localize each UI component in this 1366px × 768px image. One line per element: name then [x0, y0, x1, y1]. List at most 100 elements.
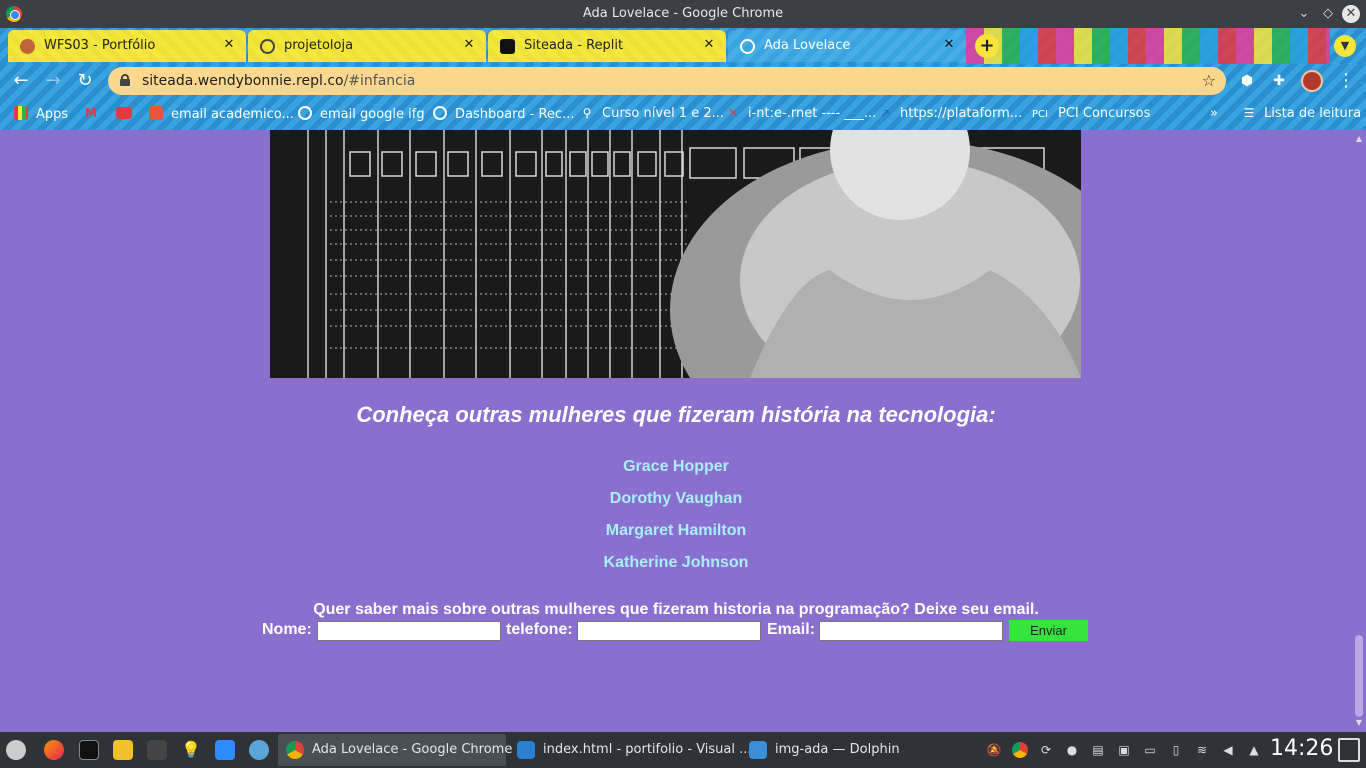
maximize-icon[interactable]: ◇ — [1318, 4, 1338, 24]
page-heading: Conheça outras mulheres que fizeram hist… — [356, 402, 996, 427]
bookmark-email-google-ifg[interactable]: email google ifg — [298, 106, 425, 122]
extension-icon[interactable]: ⬢ — [1238, 72, 1256, 90]
back-icon[interactable]: ← — [10, 70, 32, 92]
newsletter-prompt: Quer saber mais sobre outras mulheres qu… — [313, 601, 1039, 618]
bookmark-curso[interactable]: ⚲ Curso nível 1 e 2... — [580, 106, 724, 121]
puzzle-icon[interactable]: ✚ — [1270, 72, 1288, 90]
bookmark-label: email google ifg — [320, 107, 425, 122]
avatar-icon — [20, 39, 35, 54]
close-window-icon[interactable]: ✕ — [1342, 5, 1360, 23]
remote-desktop-icon[interactable] — [249, 740, 269, 760]
bookmark-apps[interactable]: Apps — [14, 106, 68, 122]
bitwarden-icon[interactable] — [113, 740, 133, 760]
bookmark-plataforma[interactable]: ↗ https://plataform... — [878, 106, 1022, 121]
tab-ada-lovelace[interactable]: Ada Lovelace ✕ — [728, 30, 966, 62]
bookmark-internet[interactable]: ✕ i-nt:e-.rnet ---- ___... — [726, 106, 876, 121]
usb-icon[interactable]: ▯ — [1168, 742, 1184, 758]
vscode-icon — [517, 741, 535, 759]
link-dorothy-vaughan[interactable]: Dorothy Vaughan — [0, 488, 1352, 520]
globe-icon — [260, 39, 275, 54]
task-label: Ada Lovelace - Google Chrome — [312, 742, 513, 757]
window-title: Ada Lovelace - Google Chrome — [582, 6, 784, 21]
tab-wfs03[interactable]: WFS03 - Portfólio ✕ — [8, 30, 246, 62]
app-launcher-icon[interactable] — [6, 740, 26, 760]
task-label: img-ada — Dolphin — [775, 742, 900, 757]
address-bar[interactable]: siteada.wendybonnie.repl.co/#infancia ☆ — [108, 67, 1226, 95]
submit-button[interactable]: Enviar — [1009, 620, 1088, 641]
bookmarks-bar: Apps M email academico... email google i… — [0, 98, 1366, 130]
folder-icon — [749, 741, 767, 759]
link-icon: ↗ — [879, 106, 891, 120]
bookmark-youtube[interactable] — [116, 106, 140, 121]
replit-icon — [500, 39, 515, 54]
wifi-icon[interactable]: ≋ — [1194, 742, 1210, 758]
phone-label: telefone: — [506, 621, 573, 638]
name-field[interactable] — [317, 621, 501, 641]
chrome-tray-icon[interactable] — [1012, 742, 1028, 758]
zoom-icon[interactable] — [215, 740, 235, 760]
clipboard-icon[interactable]: ▤ — [1090, 742, 1106, 758]
volume-icon[interactable]: ◀ — [1220, 742, 1236, 758]
show-desktop-button[interactable] — [1338, 738, 1360, 762]
terminal-icon[interactable] — [79, 740, 99, 760]
update-icon[interactable]: ⟳ — [1038, 742, 1054, 758]
tab-siteada-replit[interactable]: Siteada - Replit ✕ — [488, 30, 726, 62]
task-chrome[interactable]: Ada Lovelace - Google Chrome — [278, 734, 512, 766]
tab-label: Siteada - Replit — [524, 38, 624, 53]
scroll-down-icon[interactable]: ▼ — [1354, 718, 1364, 728]
clock[interactable]: 14:26 — [1270, 736, 1333, 761]
task-dolphin[interactable]: img-ada — Dolphin — [741, 734, 969, 766]
bookmark-star-icon[interactable]: ☆ — [1202, 71, 1216, 90]
phone-field[interactable] — [577, 621, 761, 641]
tab-projetoloja[interactable]: projetoloja ✕ — [248, 30, 486, 62]
email-label: Email: — [767, 621, 816, 638]
bookmark-dashboard[interactable]: Dashboard - Rec... — [433, 106, 574, 122]
globe-icon — [433, 106, 447, 120]
email-field[interactable] — [819, 621, 1003, 641]
link-grace-hopper[interactable]: Grace Hopper — [0, 456, 1352, 488]
mail-alert-icon[interactable]: ● — [1064, 742, 1080, 758]
url-text[interactable]: siteada.wendybonnie.repl.co/#infancia — [142, 73, 415, 89]
scrollbar-thumb[interactable] — [1355, 635, 1363, 717]
name-label: Nome: — [262, 621, 312, 638]
menu-icon[interactable]: ⋮ — [1336, 70, 1356, 92]
reading-list-button[interactable]: ☰ Lista de leitura — [1242, 106, 1361, 121]
firefox-icon[interactable] — [44, 740, 64, 760]
close-tab-icon[interactable]: ✕ — [940, 36, 958, 54]
reading-list-label: Lista de leitura — [1264, 106, 1362, 121]
screenshot-icon[interactable]: ▣ — [1116, 742, 1132, 758]
profile-avatar[interactable] — [1301, 70, 1323, 92]
bookmark-pci[interactable]: PCI PCI Concursos — [1030, 106, 1150, 121]
close-tab-icon[interactable]: ✕ — [700, 36, 718, 54]
scroll-up-icon[interactable]: ▲ — [1354, 134, 1364, 144]
close-tab-icon[interactable]: ✕ — [220, 36, 238, 54]
bookmarks-overflow-button[interactable]: » — [1210, 106, 1218, 121]
office-icon — [149, 106, 163, 120]
minimize-icon[interactable]: ⌄ — [1294, 4, 1314, 24]
bookmark-email-academico[interactable]: email academico... — [149, 106, 294, 122]
tab-search-icon[interactable]: ▼ — [1334, 35, 1356, 57]
page-scrollbar[interactable]: ▲ ▼ — [1352, 130, 1366, 732]
link-katherine-johnson[interactable]: Katherine Johnson — [0, 552, 1352, 584]
close-tab-icon[interactable]: ✕ — [460, 36, 478, 54]
women-link-list: Grace Hopper Dorothy Vaughan Margaret Ha… — [0, 456, 1352, 584]
idea-icon[interactable]: 💡 — [181, 740, 201, 760]
window-titlebar: Ada Lovelace - Google Chrome ⌄ ◇ ✕ — [0, 0, 1366, 28]
notifications-off-icon[interactable]: 🔕 — [986, 742, 1002, 758]
link-margaret-hamilton[interactable]: Margaret Hamilton — [0, 520, 1352, 552]
tab-label: Ada Lovelace — [764, 38, 851, 53]
tray-expand-icon[interactable]: ▲ — [1246, 742, 1262, 758]
task-vscode[interactable]: index.html - portifolio - Visual ... — [509, 734, 752, 766]
bookmark-label: Dashboard - Rec... — [455, 107, 575, 122]
globe-icon — [298, 106, 312, 120]
forward-icon[interactable]: → — [42, 70, 64, 92]
tab-label: WFS03 - Portfólio — [44, 38, 156, 53]
chrome-icon — [286, 741, 304, 759]
console-icon[interactable] — [147, 740, 167, 760]
new-tab-button[interactable]: + — [975, 34, 999, 58]
battery-icon[interactable]: ▭ — [1142, 742, 1158, 758]
tab-label: projetoloja — [284, 38, 354, 53]
bookmark-label: https://plataform... — [900, 106, 1023, 121]
reload-icon[interactable]: ↻ — [74, 70, 96, 92]
bookmark-gmail[interactable]: M — [84, 106, 106, 121]
